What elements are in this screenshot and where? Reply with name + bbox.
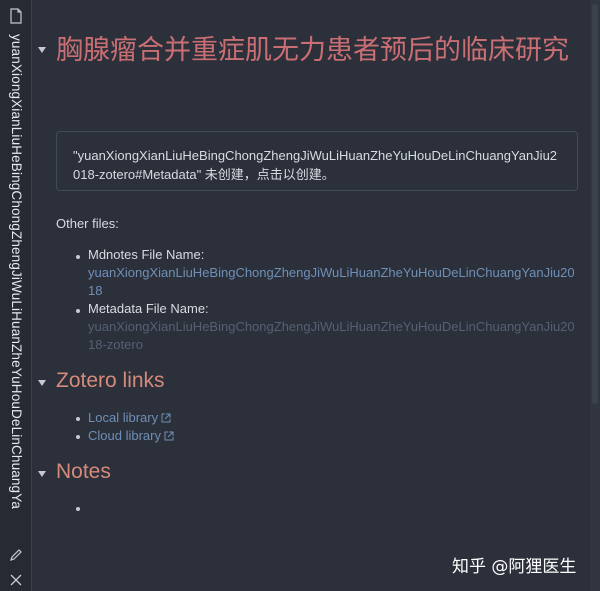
bullet-icon bbox=[76, 309, 80, 313]
vertical-tab-strip: yuanXiongXianLiuHeBingChongZhengJiWuLiHu… bbox=[0, 0, 32, 591]
notes-heading: Notes bbox=[56, 460, 111, 483]
tab-title[interactable]: yuanXiongXianLiuHeBingChongZhengJiWuLiHu… bbox=[9, 34, 23, 534]
page-title: 胸腺瘤合并重症肌无力患者预后的临床研究 bbox=[56, 35, 569, 66]
collapse-notes-icon[interactable] bbox=[38, 471, 46, 477]
cloud-library-label[interactable]: Cloud library bbox=[88, 428, 161, 443]
note-content: 胸腺瘤合并重症肌无力患者预后的临床研究 "yuanXiongXianLiuHeB… bbox=[32, 0, 590, 591]
metadata-file-link[interactable]: yuanXiongXianLiuHeBingChongZhengJiWuLiHu… bbox=[88, 318, 578, 354]
local-library-link[interactable]: Local library bbox=[88, 410, 171, 425]
other-files-label: Other files: bbox=[56, 216, 119, 231]
local-library-label[interactable]: Local library bbox=[88, 410, 158, 425]
mdnotes-file-link[interactable]: yuanXiongXianLiuHeBingChongZhengJiWuLiHu… bbox=[88, 264, 578, 300]
collapse-title-icon[interactable] bbox=[38, 47, 46, 53]
bullet-icon bbox=[76, 417, 80, 421]
cloud-library-link[interactable]: Cloud library bbox=[88, 428, 174, 443]
file-icon[interactable] bbox=[9, 8, 23, 24]
collapse-zotero-links-icon[interactable] bbox=[38, 380, 46, 386]
metadata-file-label: Metadata File Name: bbox=[88, 301, 209, 316]
missing-metadata-callout[interactable]: "yuanXiongXianLiuHeBingChongZhengJiWuLiH… bbox=[56, 131, 578, 191]
external-link-icon bbox=[161, 413, 171, 423]
pencil-icon[interactable] bbox=[9, 548, 23, 562]
empty-bullet-icon[interactable] bbox=[76, 507, 80, 511]
app-frame: yuanXiongXianLiuHeBingChongZhengJiWuLiHu… bbox=[0, 0, 600, 591]
scroll-thumb[interactable] bbox=[592, 4, 598, 404]
close-icon[interactable] bbox=[10, 574, 22, 586]
watermark: 知乎 @阿狸医生 bbox=[452, 557, 577, 577]
bullet-icon bbox=[76, 255, 80, 259]
external-link-icon bbox=[164, 431, 174, 441]
scrollbar[interactable] bbox=[590, 0, 600, 591]
bullet-icon bbox=[76, 435, 80, 439]
zotero-links-heading: Zotero links bbox=[56, 369, 165, 392]
mdnotes-file-label: Mdnotes File Name: bbox=[88, 247, 205, 262]
